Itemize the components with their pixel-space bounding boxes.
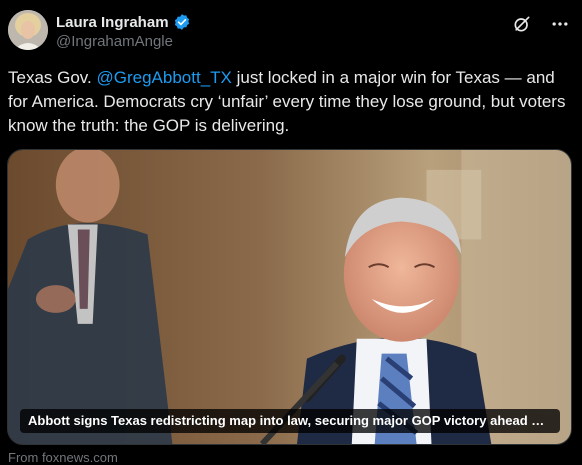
verified-badge-icon	[174, 14, 189, 30]
avatar[interactable]	[8, 10, 48, 50]
mention-link[interactable]: @GregAbbott_TX	[97, 68, 232, 87]
avatar-image	[8, 10, 48, 50]
tweet-text-part1: Texas Gov.	[8, 68, 97, 87]
name-row: Laura Ingraham	[56, 13, 191, 31]
card-image	[8, 150, 571, 444]
tweet-text: Texas Gov. @GregAbbott_TX just locked in…	[8, 66, 573, 138]
card-caption[interactable]: Abbott signs Texas redistricting map int…	[20, 409, 560, 433]
link-card[interactable]: Abbott signs Texas redistricting map int…	[7, 149, 572, 445]
grok-icon[interactable]	[512, 14, 532, 34]
tweet-header: Laura Ingraham @IngrahamAngle	[8, 10, 574, 52]
display-name[interactable]: Laura Ingraham	[56, 14, 169, 31]
header-actions	[512, 14, 570, 34]
card-source[interactable]: From foxnews.com	[8, 450, 118, 465]
more-icon[interactable]	[550, 14, 570, 34]
user-handle[interactable]: @IngrahamAngle	[56, 33, 173, 50]
